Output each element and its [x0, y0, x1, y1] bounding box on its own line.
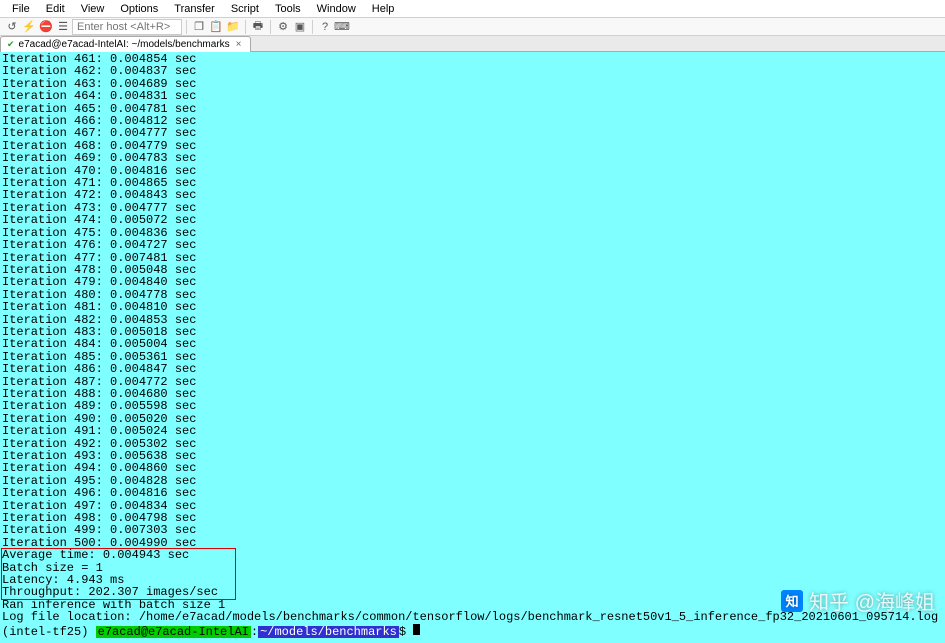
terminal-line: Iteration 494: 0.004860 sec: [2, 462, 943, 474]
menu-edit[interactable]: Edit: [38, 2, 73, 16]
connected-icon: ✔: [7, 39, 15, 50]
copy-icon[interactable]: ❐: [191, 19, 207, 35]
colon: :: [251, 626, 258, 638]
menu-file[interactable]: File: [4, 2, 38, 16]
paste-icon[interactable]: 📋: [208, 19, 224, 35]
separator: [270, 20, 271, 34]
separator: [245, 20, 246, 34]
terminal-line: Iteration 479: 0.004840 sec: [2, 276, 943, 288]
tab-title: e7acad@e7acad-IntelAI: ~/models/benchmar…: [19, 39, 230, 50]
tabbar: ✔ e7acad@e7acad-IntelAI: ~/models/benchm…: [0, 36, 945, 52]
terminal[interactable]: Iteration 461: 0.004854 secIteration 462…: [0, 52, 945, 643]
tail-logloc: Log file location: /home/e7acad/models/b…: [2, 611, 943, 623]
terminal-line: Iteration 469: 0.004783 sec: [2, 152, 943, 164]
help-icon[interactable]: ?: [317, 19, 333, 35]
terminal-line: Iteration 496: 0.004816 sec: [2, 487, 943, 499]
menu-script[interactable]: Script: [223, 2, 267, 16]
host-input[interactable]: [72, 19, 182, 35]
userhost: e7acad@e7acad-IntelAI: [96, 626, 251, 638]
venv: (intel-tf25): [2, 626, 96, 638]
separator: [186, 20, 187, 34]
cursor: [413, 624, 420, 635]
cwd: ~/models/benchmarks: [258, 626, 399, 638]
session-tab[interactable]: ✔ e7acad@e7acad-IntelAI: ~/models/benchm…: [0, 36, 251, 52]
settings-icon[interactable]: ⚙: [275, 19, 291, 35]
summary-batch: Batch size = 1: [2, 562, 943, 574]
terminal-line: Iteration 491: 0.005024 sec: [2, 425, 943, 437]
toolbar: ↺ ⚡ ⛔ ☰ ❐ 📋 📁 🖶 ⚙ ▣ ? ⌨: [0, 18, 945, 36]
print-icon[interactable]: 🖶: [250, 19, 266, 35]
menu-options[interactable]: Options: [112, 2, 166, 16]
prompt-line[interactable]: (intel-tf25) e7acad@e7acad-IntelAI:~/mod…: [2, 624, 943, 638]
keys-icon[interactable]: ⌨: [334, 19, 350, 35]
terminal-line: Iteration 462: 0.004837 sec: [2, 65, 943, 77]
terminal-line: Iteration 474: 0.005072 sec: [2, 214, 943, 226]
separator: [312, 20, 313, 34]
summary-avg: Average time: 0.004943 sec: [2, 549, 943, 561]
terminal-line: Iteration 489: 0.005598 sec: [2, 400, 943, 412]
menu-help[interactable]: Help: [364, 2, 403, 16]
menubar: FileEditViewOptionsTransferScriptToolsWi…: [0, 0, 945, 18]
close-tab-icon[interactable]: ×: [234, 39, 244, 50]
menu-transfer[interactable]: Transfer: [166, 2, 223, 16]
menu-tools[interactable]: Tools: [267, 2, 309, 16]
disconnect-icon[interactable]: ⛔: [38, 19, 54, 35]
menu-view[interactable]: View: [73, 2, 113, 16]
menu-window[interactable]: Window: [309, 2, 364, 16]
dollar: $: [399, 626, 413, 638]
list-icon[interactable]: ☰: [55, 19, 71, 35]
sessions-icon[interactable]: ▣: [292, 19, 308, 35]
terminal-line: Iteration 472: 0.004843 sec: [2, 189, 943, 201]
folder-icon[interactable]: 📁: [225, 19, 241, 35]
lightning-icon[interactable]: ⚡: [21, 19, 37, 35]
terminal-line: Iteration 484: 0.005004 sec: [2, 338, 943, 350]
summary-throughput: Throughput: 202.307 images/sec: [2, 586, 943, 598]
terminal-line: Iteration 481: 0.004810 sec: [2, 301, 943, 313]
terminal-line: Iteration 499: 0.007303 sec: [2, 524, 943, 536]
reconnect-icon[interactable]: ↺: [4, 19, 20, 35]
terminal-line: Iteration 476: 0.004727 sec: [2, 239, 943, 251]
terminal-line: Iteration 467: 0.004777 sec: [2, 127, 943, 139]
terminal-line: Iteration 464: 0.004831 sec: [2, 90, 943, 102]
terminal-line: Iteration 486: 0.004847 sec: [2, 363, 943, 375]
